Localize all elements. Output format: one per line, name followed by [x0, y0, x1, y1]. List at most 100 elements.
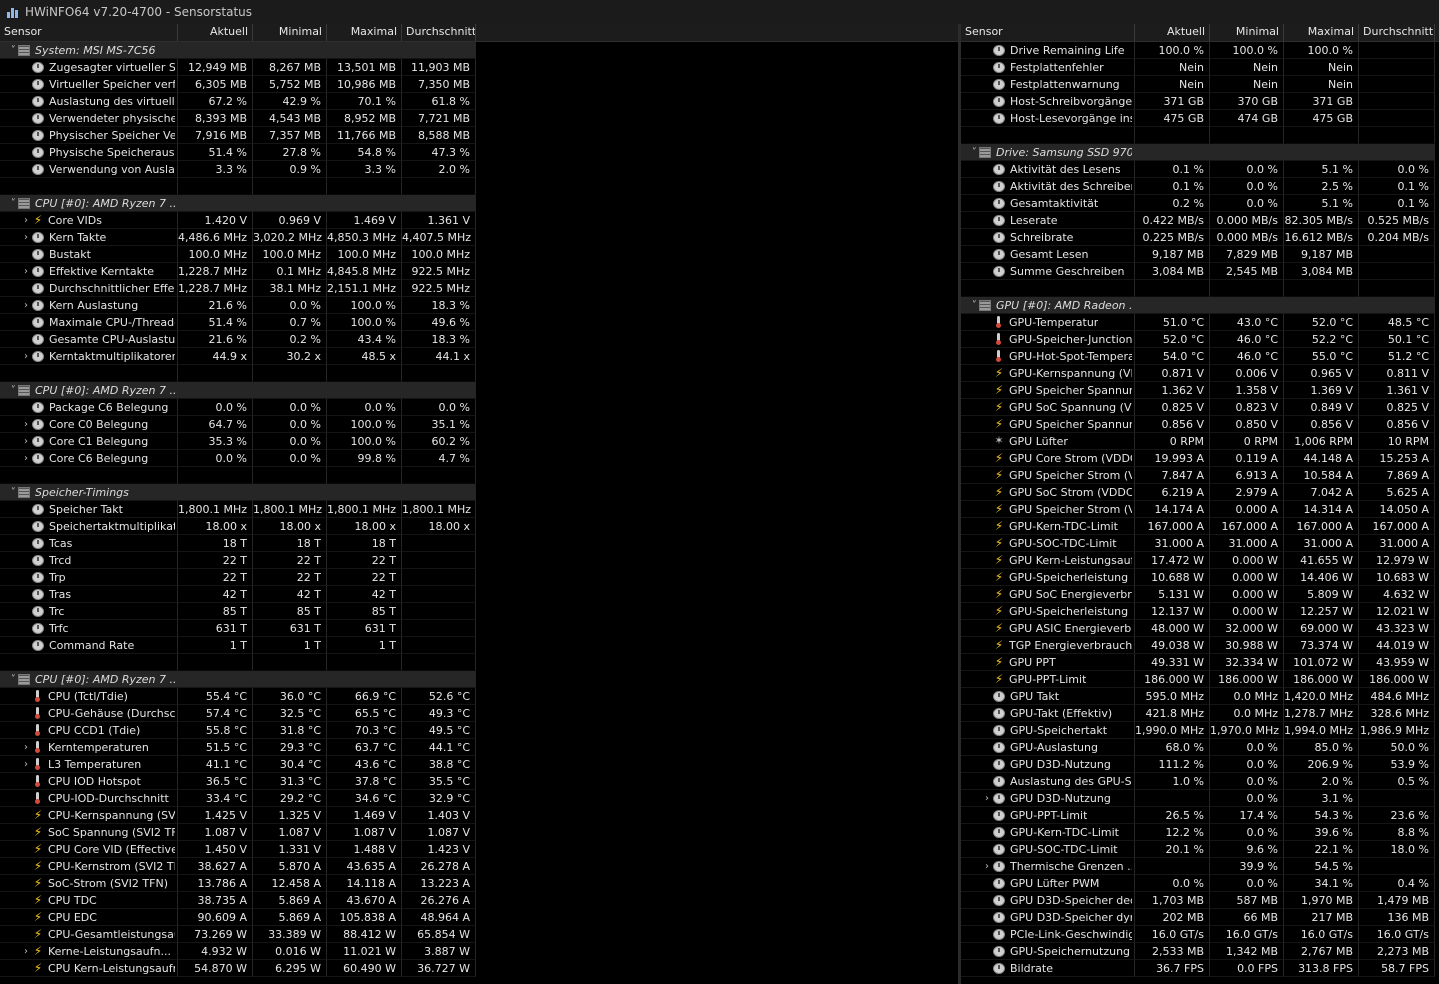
sensor-row[interactable]: Trp 22 T 22 T 22 T: [0, 569, 958, 586]
sensor-group-row[interactable]: ˅ CPU [#0]: AMD Ryzen 7 ...: [0, 195, 958, 212]
expand-chevron-icon[interactable]: ›: [20, 450, 32, 466]
column-header-sensor[interactable]: Sensor: [0, 24, 178, 41]
sensor-row[interactable]: CPU-IOD-Durchschnitt 33.4 °C 29.2 °C 34.6 °…: [0, 790, 958, 807]
sensor-row[interactable]: Host-Lesevorgänge insg...475 GB474 GB475…: [961, 110, 1439, 127]
sensor-row[interactable]: ⚡ CPU-Kernstrom (SVI2 TFN)38.627 A5.870 A…: [0, 858, 958, 875]
sensor-row[interactable]: ⚡CPU-Kernspannung (SVI...1.425 V1.325 V1…: [0, 807, 958, 824]
sensor-row[interactable]: ⚡ GPU Speicher Strom (VD...7.847 A6.913 A…: [961, 467, 1439, 484]
sensor-row[interactable]: Aktivität des Schreibens 0.1 % 0.0 % 2.5 % 0…: [961, 178, 1439, 195]
sensor-row[interactable]: Trfc 631 T 631 T 631 T: [0, 620, 958, 637]
sensor-row[interactable]: Trcd 22 T 22 T 22 T: [0, 552, 958, 569]
sensor-row[interactable]: GPU-Takt (Effektiv) 421.8 MHz 0.0 MHz 1,278…: [961, 705, 1439, 722]
column-header-maximum[interactable]: Maximal: [1284, 24, 1359, 41]
sensor-row[interactable]: GPU-Speichernutzung 2,533 MB 1,342 MB 2,767…: [961, 943, 1439, 960]
right-sensor-panel[interactable]: Sensor Aktuell Minimal Maximal Durchschn…: [961, 24, 1439, 984]
sensor-row[interactable]: PCIe-Link-Geschwindigkeit16.0 GT/s16.0 G…: [961, 926, 1439, 943]
sensor-row[interactable]: Physischer Speicher Verf...7,916 MB7,357…: [0, 127, 958, 144]
expand-chevron-icon[interactable]: ›: [20, 416, 32, 432]
expand-chevron-icon[interactable]: ›: [20, 943, 32, 959]
sensor-row[interactable]: Aktivität des Lesens 0.1 % 0.0 % 5.1 % 0.0 %: [961, 161, 1439, 178]
expand-chevron-icon[interactable]: ›: [20, 212, 32, 228]
sensor-row[interactable]: ⚡ GPU-SOC-TDC-Limit 31.000 A 31.000 A 31.000…: [961, 535, 1439, 552]
sensor-row[interactable]: ⚡ GPU Speicher Spannung ...1.362 V1.358 V…: [961, 382, 1439, 399]
sensor-row[interactable]: CPU (Tctl/Tdie) 55.4 °C 36.0 °C 66.9 °C 52.6…: [0, 688, 958, 705]
sensor-row[interactable]: › Kerntemperaturen 51.5 °C 29.3 °C 63.7 °C 44…: [0, 739, 958, 756]
sensor-row[interactable]: ⚡ GPU PPT 49.331 W 32.334 W 101.072 W 43.959 …: [961, 654, 1439, 671]
sensor-row[interactable]: GPU-Speicher-Junction-T...52.0 °C46.0 °C…: [961, 331, 1439, 348]
sensor-row[interactable]: GPU D3D-Speicher dyna...202 MB66 MB217 M…: [961, 909, 1439, 926]
sensor-group-row[interactable]: ˅ GPU [#0]: AMD Radeon ...: [961, 297, 1439, 314]
sensor-row[interactable]: Auslastung des GPU-Spe...1.0 %0.0 %2.0 %…: [961, 773, 1439, 790]
expand-chevron-icon[interactable]: ›: [981, 858, 993, 874]
sensor-row[interactable]: ⚡ CPU-Gesamtleistungsauf...73.269 W33.389…: [0, 926, 958, 943]
sensor-row[interactable]: Speicher Takt 1,800.1 MHz 1,800.1 MHz 1,800…: [0, 501, 958, 518]
sensor-row[interactable]: Gesamtaktivität 0.2 % 0.0 % 5.1 % 0.1 %: [961, 195, 1439, 212]
sensor-group-row[interactable]: ˅ Drive: Samsung SSD 970...: [961, 144, 1439, 161]
expand-chevron-icon[interactable]: ›: [20, 229, 32, 245]
sensor-row[interactable]: Trc 85 T 85 T 85 T: [0, 603, 958, 620]
sensor-row[interactable]: › Thermische Grenzen ... 39.9 % 54.5 %: [961, 858, 1439, 875]
column-header-average[interactable]: Durchschnitt: [1359, 24, 1435, 41]
collapse-chevron-icon[interactable]: ˅: [6, 195, 18, 211]
sensor-row[interactable]: GPU-PPT-Limit 26.5 % 17.4 % 54.3 % 23.6 %: [961, 807, 1439, 824]
sensor-row[interactable]: ⚡ GPU Speicher Strom (VD...14.174 A0.000 …: [961, 501, 1439, 518]
sensor-row[interactable]: ✶ GPU Lüfter 0 RPM 0 RPM 1,006 RPM 10 RPM: [961, 433, 1439, 450]
sensor-group-row[interactable]: ˅ CPU [#0]: AMD Ryzen 7 ...: [0, 671, 958, 688]
sensor-row[interactable]: › Effektive Kerntakte 1,228.7 MHz 0.1 MHz 4,…: [0, 263, 958, 280]
sensor-row[interactable]: › Core C6 Belegung 0.0 % 0.0 % 99.8 % 4.7 %: [0, 450, 958, 467]
sensor-row[interactable]: ⚡ GPU ASIC Energieverbra...48.000 W32.000…: [961, 620, 1439, 637]
sensor-row[interactable]: ⚡ GPU-Speicherleistung (V...10.688 W0.000…: [961, 569, 1439, 586]
sensor-row[interactable]: Tras 42 T 42 T 42 T: [0, 586, 958, 603]
sensor-row[interactable]: › Kerntaktmultiplikatoren 44.9 x 30.2 x 48.5…: [0, 348, 958, 365]
sensor-row[interactable]: ⚡ TGP Energieverbrauch 49.038 W 30.988 W 73.…: [961, 637, 1439, 654]
sensor-row[interactable]: › Core C1 Belegung 35.3 % 0.0 % 100.0 % 60.2 …: [0, 433, 958, 450]
sensor-row[interactable]: Festplattenwarnung Nein Nein Nein: [961, 76, 1439, 93]
sensor-row[interactable]: ⚡ CPU EDC 90.609 A 5.869 A 105.838 A 48.964 A: [0, 909, 958, 926]
sensor-row[interactable]: Tcas 18 T 18 T 18 T: [0, 535, 958, 552]
collapse-chevron-icon[interactable]: ˅: [6, 671, 18, 687]
sensor-row[interactable]: CPU IOD Hotspot 36.5 °C 31.3 °C 37.8 °C 35.5…: [0, 773, 958, 790]
sensor-row[interactable]: ⚡ GPU-Kern-TDC-Limit 167.000 A 167.000 A 167…: [961, 518, 1439, 535]
sensor-row[interactable]: Physische Speicherausla...51.4 %27.8 %54…: [0, 144, 958, 161]
expand-chevron-icon[interactable]: ›: [981, 790, 993, 806]
collapse-chevron-icon[interactable]: ˅: [967, 297, 979, 313]
sensor-row[interactable]: Verwendung von Auslag...3.3 %0.9 %3.3 %2…: [0, 161, 958, 178]
left-sensor-panel[interactable]: Sensor Aktuell Minimal Maximal Durchschn…: [0, 24, 958, 984]
column-header-sensor[interactable]: Sensor: [961, 24, 1135, 41]
sensor-row[interactable]: ⚡ CPU TDC 38.735 A 5.869 A 43.670 A 26.276 A: [0, 892, 958, 909]
sensor-row[interactable]: ⚡ GPU SoC Energieverbrau...5.131 W0.000 W…: [961, 586, 1439, 603]
sensor-row[interactable]: › GPU D3D-Nutzung 0.0 % 3.1 %: [961, 790, 1439, 807]
sensor-row[interactable]: GPU-Auslastung 68.0 % 0.0 % 85.0 % 50.0 %: [961, 739, 1439, 756]
sensor-row[interactable]: ⚡GPU SoC Spannung (VD...0.825 V0.823 V0.…: [961, 399, 1439, 416]
expand-chevron-icon[interactable]: ›: [20, 348, 32, 364]
sensor-row[interactable]: Bustakt 100.0 MHz 100.0 MHz 100.0 MHz 100.0 …: [0, 246, 958, 263]
sensor-row[interactable]: Virtueller Speicher verfü...6,305 MB5,75…: [0, 76, 958, 93]
expand-chevron-icon[interactable]: ›: [20, 739, 32, 755]
sensor-group-row[interactable]: ˅ CPU [#0]: AMD Ryzen 7 ...: [0, 382, 958, 399]
sensor-row[interactable]: Host-Schreibvorgänge in...371 GB370 GB37…: [961, 93, 1439, 110]
sensor-row[interactable]: Gesamte CPU-Auslastung21.6 %0.2 %43.4 %1…: [0, 331, 958, 348]
sensor-row[interactable]: ⚡ CPU Core VID (Effective) 1.450 V 1.331 V1…: [0, 841, 958, 858]
column-header-minimum[interactable]: Minimal: [253, 24, 327, 41]
sensor-row[interactable]: › ⚡ Kerne-Leistungsaufn... 4.932 W 0.016 W 11…: [0, 943, 958, 960]
sensor-row[interactable]: ⚡ CPU Kern-Leistungsaufn...54.870 W6.295 …: [0, 960, 958, 977]
collapse-chevron-icon[interactable]: ˅: [6, 382, 18, 398]
sensor-row[interactable]: › Kern Takte 4,486.6 MHz 3,020.2 MHz 4,850.3…: [0, 229, 958, 246]
column-header-minimum[interactable]: Minimal: [1210, 24, 1284, 41]
expand-chevron-icon[interactable]: ›: [20, 263, 32, 279]
sensor-row[interactable]: ⚡ SoC-Strom (SVI2 TFN) 13.786 A 12.458 A 14.…: [0, 875, 958, 892]
sensor-row[interactable]: Maximale CPU-/Thread-... 51.4 % 0.7 % 100.0…: [0, 314, 958, 331]
sensor-row[interactable]: ⚡GPU-Kernspannung (VD...0.871 V0.006 V0.…: [961, 365, 1439, 382]
collapse-chevron-icon[interactable]: ˅: [6, 42, 18, 58]
sensor-row[interactable]: GPU-Temperatur 51.0 °C 43.0 °C 52.0 °C 48.5 …: [961, 314, 1439, 331]
sensor-row[interactable]: GPU Lüfter PWM 0.0 % 0.0 % 34.1 % 0.4 %: [961, 875, 1439, 892]
column-header-current[interactable]: Aktuell: [178, 24, 253, 41]
sensor-row[interactable]: CPU CCD1 (Tdie) 55.8 °C 31.8 °C 70.3 °C 49.5…: [0, 722, 958, 739]
sensor-row[interactable]: GPU Takt 595.0 MHz 0.0 MHz 1,420.0 MHz 484.6…: [961, 688, 1439, 705]
sensor-row[interactable]: Leserate 0.422 MB/s 0.000 MB/s 82.305 MB/s 0…: [961, 212, 1439, 229]
sensor-row[interactable]: Gesamt Lesen 9,187 MB 7,829 MB 9,187 MB: [961, 246, 1439, 263]
sensor-row[interactable]: Zugesagter virtueller Sp...12,949 MB8,26…: [0, 59, 958, 76]
sensor-row[interactable]: GPU-SOC-TDC-Limit 20.1 % 9.6 % 22.1 % 18.0 %: [961, 841, 1439, 858]
column-header-average[interactable]: Durchschnitt: [402, 24, 476, 41]
sensor-row[interactable]: Summe Geschreiben 3,084 MB 2,545 MB 3,084 M…: [961, 263, 1439, 280]
